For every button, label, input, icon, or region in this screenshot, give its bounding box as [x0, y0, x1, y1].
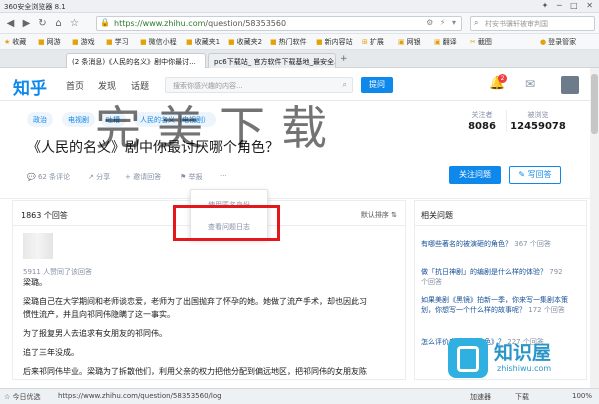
- sort-selector[interactable]: 默认排序 ⇅: [361, 210, 397, 220]
- topic-tag[interactable]: 政治: [27, 112, 53, 127]
- bookmark-item[interactable]: ■ 新内容站: [316, 37, 353, 47]
- followers-label: 关注者: [471, 111, 493, 119]
- extension-item[interactable]: ▣ 翻译: [434, 37, 457, 47]
- page-scrollbar[interactable]: [590, 68, 599, 388]
- message-icon[interactable]: ✉: [525, 77, 535, 91]
- author-avatar[interactable]: [23, 233, 53, 259]
- invite-button[interactable]: + 邀请回答: [125, 172, 161, 182]
- scrollbar-thumb[interactable]: [591, 74, 598, 134]
- related-title: 相关问题: [421, 211, 453, 220]
- watermark-text: 完美下载: [95, 101, 343, 155]
- download-button[interactable]: 下载: [515, 392, 529, 402]
- search-icon[interactable]: ⌕: [343, 80, 347, 90]
- write-answer-button[interactable]: ✎ 写回答: [509, 166, 561, 184]
- tab-zhihu[interactable]: (2 条消息)《人民的名义》剧中你最讨...: [66, 53, 206, 68]
- forward-icon[interactable]: ▶: [20, 17, 33, 30]
- divider: [415, 225, 586, 226]
- search-box[interactable]: ⌕ 村安书骥轩被审判国: [470, 16, 595, 31]
- answer-paragraph: 惯性流产，并且向祁同伟隐瞒了这一事实。: [23, 310, 175, 319]
- extension-item[interactable]: ▣ 网银: [398, 37, 421, 47]
- answer-paragraph: 后来祁同伟毕业。梁璐为了拆散他们，利用父亲的权力把他分配到偏远地区，把祁同伟的女…: [23, 367, 367, 376]
- views-label: 被浏览: [527, 111, 549, 119]
- search-input[interactable]: 村安书骥轩被审判国: [485, 19, 548, 29]
- new-tab-icon[interactable]: +: [340, 54, 348, 64]
- bookmark-item[interactable]: ■ 热门软件: [270, 37, 307, 47]
- likes-count: 5911 人赞同了该回答: [23, 268, 93, 276]
- ask-button[interactable]: 提问: [361, 77, 393, 93]
- accelerator-button[interactable]: 加速器: [470, 392, 491, 402]
- back-icon[interactable]: ◀: [4, 17, 17, 30]
- zhihu-logo[interactable]: 知乎: [13, 74, 47, 99]
- nav-topics[interactable]: 话题: [131, 79, 149, 92]
- url-text[interactable]: https://www.zhihu.com/question/58353560: [114, 19, 286, 28]
- avatar[interactable]: [561, 76, 579, 94]
- related-question[interactable]: 有哪些著名的被演砸的角色？ 367 个回答: [421, 239, 571, 249]
- tab-strip: (2 条消息)《人民的名义》剧中你最讨... pc6下载站_ 官方软件下载基地_…: [0, 50, 599, 68]
- bookmark-item[interactable]: ■ 网游: [38, 37, 61, 47]
- search-icon: ⌕: [474, 18, 479, 27]
- related-question[interactable]: 如果美剧《黑镜》拍新一季，你来写一集剧本策划，你想写一个什么样的故事呢？ 172…: [421, 295, 571, 315]
- brand-icon: [448, 338, 488, 378]
- nav-home[interactable]: 首页: [66, 79, 84, 92]
- window-controls[interactable]: ✦ ─ □ ✕: [542, 1, 596, 10]
- lock-icon: 🔒: [100, 18, 110, 27]
- topic-tag[interactable]: 电视剧: [62, 112, 95, 127]
- extension-item[interactable]: ● 登录管家: [540, 37, 576, 47]
- browser-title-bar: 360安全浏览器 8.1 ✦ ─ □ ✕: [0, 0, 599, 13]
- nav-explore[interactable]: 发现: [98, 79, 116, 92]
- status-left[interactable]: ☆ 今日优选: [4, 392, 41, 402]
- url-tools[interactable]: ⚙ ⚡ ▾: [426, 18, 458, 27]
- bookmark-item[interactable]: ■ 微信小程: [140, 37, 177, 47]
- stat-divider: [506, 110, 507, 132]
- related-question[interactable]: 做「抗日神剧」的编剧是什么样的体验？ 792 个回答: [421, 267, 571, 287]
- follow-question-button[interactable]: 关注问题: [449, 166, 501, 184]
- zoom-level[interactable]: 100%: [572, 392, 592, 400]
- highlight-box: [173, 205, 280, 241]
- favorites-icon[interactable]: ☆: [68, 17, 81, 30]
- bookmark-item[interactable]: ■ 收藏夹1: [186, 37, 220, 47]
- extension-item[interactable]: ⊞ 扩展: [362, 37, 384, 47]
- address-toolbar: ◀ ▶ ↻ ⌂ ☆ 🔒 https://www.zhihu.com/questi…: [0, 13, 599, 34]
- answer-paragraph: 为了报复男人去追求有女朋友的祁同伟。: [23, 329, 167, 338]
- zhihu-search-input[interactable]: 搜索你感兴趣的内容...: [173, 81, 243, 91]
- window-title: 360安全浏览器 8.1: [4, 3, 66, 11]
- url-bar[interactable]: 🔒 https://www.zhihu.com/question/5835356…: [96, 16, 462, 31]
- views-count: 12459078: [510, 121, 566, 132]
- bookmarks-bar: ★ 收藏 ■ 网游 ■ 游戏 ■ 学习 ■ 微信小程 ■ 收藏夹1 ■ 收藏夹2 ■ 热门软件 …: [0, 34, 599, 50]
- zhihu-search[interactable]: 搜索你感兴趣的内容... ⌕: [165, 77, 353, 93]
- answer-paragraph: 梁璐自己在大学期间和老师谈恋爱，老师为了出国抛弃了怀孕的她。她做了流产手术，却也…: [23, 297, 367, 306]
- tab-pc6[interactable]: pc6下载站_ 官方软件下载基地_最安全...: [208, 53, 336, 68]
- status-bar: ☆ 今日优选 https://www.zhihu.com/question/58…: [0, 388, 599, 404]
- answer-count: 1863 个回答: [21, 211, 68, 220]
- answer-paragraph: 梁璐。: [23, 278, 47, 287]
- comments-button[interactable]: 💬 62 条评论: [27, 172, 70, 182]
- brand-url: zhishiwu.com: [497, 364, 552, 373]
- brand-logo: 知识屋 zhishiwu.com: [448, 336, 578, 386]
- status-url: https://www.zhihu.com/question/58353560/…: [58, 392, 222, 400]
- bookmark-item[interactable]: ■ 收藏夹2: [228, 37, 262, 47]
- home-icon[interactable]: ⌂: [52, 17, 65, 30]
- notification-badge: 2: [498, 74, 507, 83]
- bookmark-item[interactable]: ■ 游戏: [72, 37, 95, 47]
- refresh-icon[interactable]: ↻: [36, 17, 49, 30]
- extension-item[interactable]: ✂ 截图: [470, 37, 492, 47]
- brand-name: 知识屋: [494, 342, 552, 364]
- bookmark-item[interactable]: ■ 学习: [106, 37, 129, 47]
- share-button[interactable]: ↗ 分享: [88, 172, 110, 182]
- bookmark-item[interactable]: ★ 收藏: [4, 37, 26, 47]
- more-button[interactable]: ···: [220, 172, 227, 180]
- followers-count: 8086: [468, 121, 496, 132]
- report-button[interactable]: ⚑ 举报: [180, 172, 203, 182]
- answer-paragraph: 追了三年没成。: [23, 348, 79, 357]
